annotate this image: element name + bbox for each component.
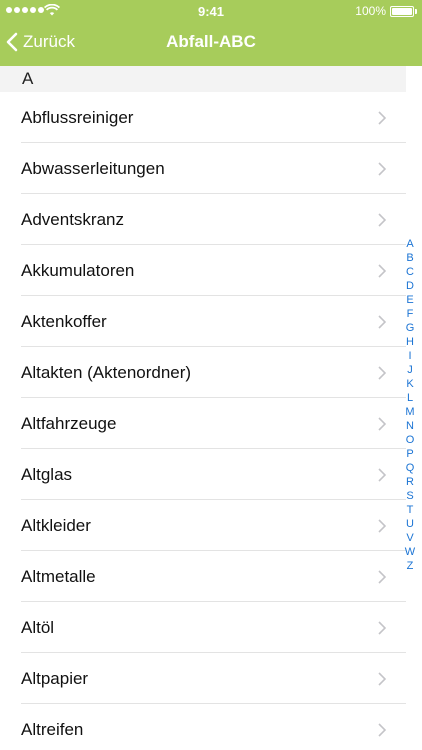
status-bar: 9:41 100% [0,0,422,22]
index-letter-l[interactable]: L [407,391,413,405]
list-item-label: Aktenkoffer [21,311,107,331]
list-item-label: Altkleider [21,515,91,535]
page-title: Abfall-ABC [166,32,256,51]
list-item[interactable]: Akkumulatoren [0,245,406,296]
list-item[interactable]: Altfahrzeuge [0,398,406,449]
list-item-label: Altglas [21,464,73,484]
list-item-label: Altöl [21,617,55,637]
chevron-right-icon [378,570,387,589]
list-item[interactable]: Aktenkoffer [0,296,406,347]
list-item[interactable]: Altglas [0,449,406,500]
section-header: A [0,66,406,92]
list-item-label: Altmetalle [21,566,96,586]
list-item[interactable]: Altpapier [0,653,406,704]
chevron-right-icon [378,468,387,487]
chevron-right-icon [378,213,387,232]
list-item[interactable]: Altakten (Aktenordner) [0,347,406,398]
index-letter-z[interactable]: Z [407,559,414,573]
list-item[interactable]: Abflussreiniger [0,92,406,143]
chevron-right-icon [378,519,387,538]
index-letter-j[interactable]: J [407,363,413,377]
list-item[interactable]: Abwasserleitungen [0,143,406,194]
chevron-right-icon [378,417,387,436]
index-letter-a[interactable]: A [406,237,413,251]
chevron-right-icon [378,621,387,640]
index-letter-f[interactable]: F [407,307,414,321]
list-item-label: Altfahrzeuge [21,413,117,433]
index-letter-o[interactable]: O [406,433,415,447]
list-item-label: Akkumulatoren [21,260,135,280]
list-item[interactable]: Altöl [0,602,406,653]
chevron-right-icon [378,315,387,334]
index-letter-i[interactable]: I [408,349,411,363]
list-item[interactable]: Altkleider [0,500,406,551]
chevron-right-icon [378,162,387,181]
index-letter-t[interactable]: T [407,503,414,517]
index-letter-n[interactable]: N [406,419,414,433]
chevron-right-icon [378,672,387,691]
navigation-bar: 9:41 100% Zurück Abfall-ABC [0,0,422,66]
index-letter-q[interactable]: Q [406,461,415,475]
list-item-label: Abflussreiniger [21,107,134,127]
index-letter-s[interactable]: S [406,489,413,503]
chevron-right-icon [378,366,387,385]
list-item-label: Abwasserleitungen [21,158,165,178]
section-index: A B C D E F G H I J K L M N O P Q R S T … [400,237,420,573]
list-item[interactable]: Adventskranz [0,194,406,245]
list-item[interactable]: Altmetalle [0,551,406,602]
chevron-right-icon [378,264,387,283]
list-item-label: Altpapier [21,668,89,688]
index-letter-p[interactable]: P [406,447,413,461]
battery-icon [390,6,414,17]
list-item-label: Altakten (Aktenordner) [21,362,192,382]
list-item-label: Altreifen [21,719,84,739]
list-item[interactable]: Altreifen [0,704,406,750]
index-letter-u[interactable]: U [406,517,414,531]
chevron-right-icon [378,111,387,130]
index-letter-c[interactable]: C [406,265,414,279]
index-letter-r[interactable]: R [406,475,414,489]
index-letter-v[interactable]: V [406,531,413,545]
index-letter-g[interactable]: G [406,321,415,335]
index-letter-m[interactable]: M [405,405,414,419]
index-letter-k[interactable]: K [406,377,413,391]
list-item-label: Adventskranz [21,209,124,229]
index-letter-w[interactable]: W [405,545,415,559]
battery-percentage: 100% [355,4,386,18]
index-letter-h[interactable]: H [406,335,414,349]
index-letter-b[interactable]: B [406,251,413,265]
chevron-right-icon [378,723,387,742]
index-letter-d[interactable]: D [406,279,414,293]
waste-list: Abflussreiniger Abwasserleitungen Advent… [0,92,406,750]
index-letter-e[interactable]: E [406,293,413,307]
